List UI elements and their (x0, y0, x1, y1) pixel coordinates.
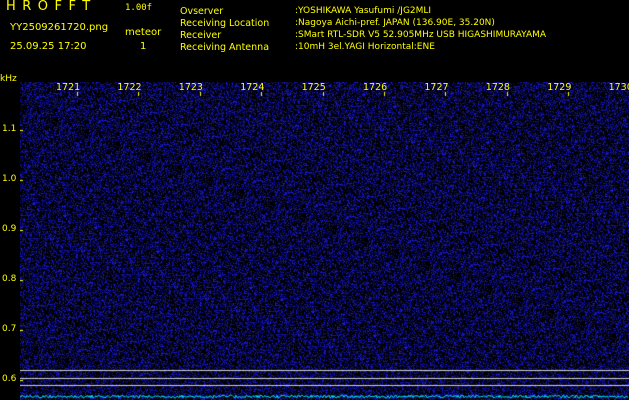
x-tick-label: 1721 (56, 82, 81, 93)
y-tick-label: 0.9 (2, 224, 17, 234)
x-tick-label: 1727 (424, 82, 449, 93)
observer-value: :YOSHIKAWA Yasufumi /JG2MLI (295, 6, 432, 16)
antenna-label: Receiving Antenna (180, 42, 270, 53)
y-tick-label: 1.0 (2, 174, 17, 184)
meteor-count: 1 (140, 41, 147, 52)
x-tick-label: 1728 (485, 82, 510, 93)
x-tick-label: 1726 (363, 82, 388, 93)
file-name: YY2509261720.png (10, 22, 109, 33)
y-tick-label: 0.7 (2, 324, 17, 334)
app-version: 1.00f (125, 3, 153, 13)
spectrogram-canvas (20, 82, 629, 400)
y-axis-unit: kHz (0, 74, 17, 84)
x-tick-label: 1722 (117, 82, 142, 93)
x-tick-label: 1730 (608, 82, 629, 93)
y-tick-label: 0.6 (2, 374, 17, 384)
y-tick-label: 1.1 (2, 124, 17, 134)
y-tick-label: 0.8 (2, 274, 17, 284)
mode-label: meteor (125, 27, 162, 38)
app-title: HROFFT (6, 0, 97, 14)
x-tick-label: 1725 (301, 82, 326, 93)
location-label: Receiving Location (180, 18, 270, 29)
x-tick-label: 1723 (178, 82, 203, 93)
x-tick-label: 1729 (547, 82, 572, 93)
observer-label: Ovserver (180, 6, 224, 17)
x-tick-label: 1724 (240, 82, 265, 93)
antenna-value: :10mH 3el.YAGI Horizontal:ENE (295, 42, 435, 52)
receiver-value: :SMart RTL-SDR V5 52.905MHz USB HIGASHIM… (295, 30, 547, 40)
location-value: :Nagoya Aichi-pref. JAPAN (136.90E, 35.2… (295, 18, 495, 28)
hrofft-window: HROFFT 1.00f YY2509261720.png meteor 25.… (0, 0, 629, 400)
datetime: 25.09.25 17:20 (10, 41, 87, 52)
receiver-label: Receiver (180, 30, 222, 41)
